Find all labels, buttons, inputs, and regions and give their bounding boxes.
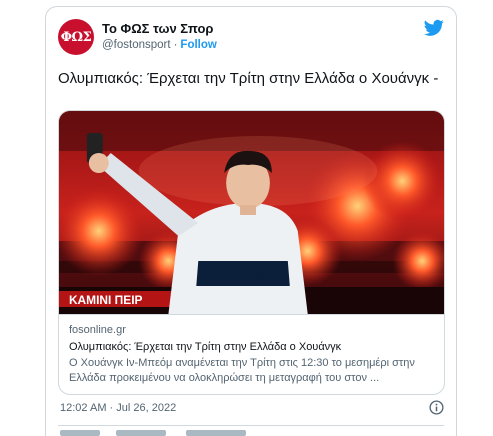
- divider: [58, 425, 444, 426]
- action-stub: [186, 430, 246, 436]
- link-domain: fosonline.gr: [69, 324, 126, 336]
- tweet-text: Ολυμπιακός: Έρχεται την Τρίτη στην Ελλάδ…: [58, 70, 439, 87]
- link-preview-card[interactable]: ΚΑΜΙΝΙ ΠΕΙΡ Bell fosonline.gr Ολυμπιακός…: [58, 110, 445, 395]
- image-banner-text: ΚΑΜΙΝΙ ΠΕΙΡ: [69, 293, 143, 307]
- twitter-bird-icon[interactable]: [424, 19, 444, 37]
- link-preview-image: ΚΑΜΙΝΙ ΠΕΙΡ Bell: [59, 111, 444, 314]
- tweet-timestamp[interactable]: 12:02 AM · Jul 26, 2022: [60, 402, 176, 414]
- author-handle[interactable]: @fostonsport: [102, 39, 171, 51]
- author-handle-line: @fostonsport · Follow: [102, 39, 217, 51]
- link-title: Ολυμπιακός: Έρχεται την Τρίτη στην Ελλάδ…: [69, 341, 342, 353]
- avatar[interactable]: ΦΩΣ: [58, 19, 94, 55]
- link-preview-meta: fosonline.gr Ολυμπιακός: Έρχεται την Τρί…: [59, 314, 444, 394]
- separator-dot: ·: [173, 39, 178, 51]
- follow-link[interactable]: Follow: [180, 39, 216, 51]
- avatar-logo-text: ΦΩΣ: [60, 29, 92, 45]
- author-name[interactable]: Το ΦΩΣ των Σπορ: [102, 21, 213, 36]
- image-jersey-text: Bell: [230, 263, 270, 288]
- link-description: Ο Χουάνγκ Ιν-Μπεόμ αναμένεται την Τρίτη …: [69, 357, 415, 384]
- tweet-embed-card: ΦΩΣ Το ΦΩΣ των Σπορ @fostonsport · Follow …: [45, 6, 457, 436]
- action-stub: [60, 430, 100, 436]
- info-icon[interactable]: [429, 400, 444, 415]
- action-stub: [116, 430, 166, 436]
